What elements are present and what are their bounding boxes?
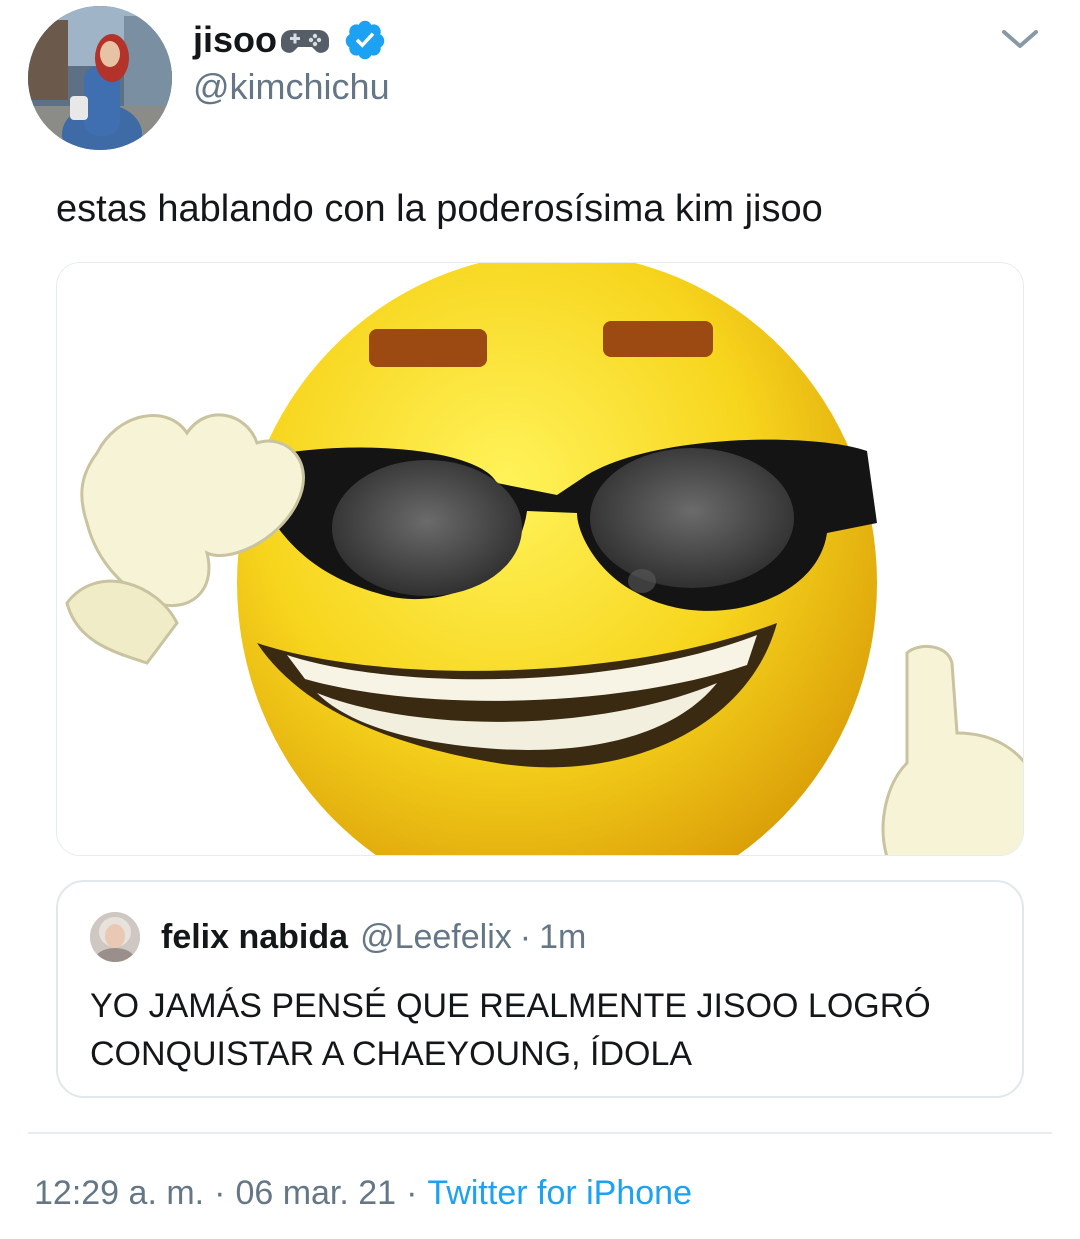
author-name-row: jisoo [193, 14, 387, 66]
cool-emoji-sunglasses-thumbs-up-image [57, 263, 1023, 855]
quoted-author-avatar[interactable] [90, 912, 140, 962]
tweet-text: estas hablando con la poderosísima kim j… [56, 188, 823, 230]
quoted-separator: · [519, 918, 532, 956]
quoted-display-name[interactable]: felix nabida [161, 918, 348, 957]
tweet-source-link[interactable]: Twitter for iPhone [427, 1174, 692, 1213]
verified-badge-icon [345, 20, 385, 60]
quoted-tweet[interactable]: felix nabida @Leefelix · 1m YO JAMÁS PEN… [56, 880, 1024, 1098]
divider [28, 1132, 1052, 1134]
tweet-time[interactable]: 12:29 a. m. [34, 1174, 204, 1213]
quoted-text: YO JAMÁS PENSÉ QUE REALMENTE JISOO LOGRÓ… [90, 987, 931, 1073]
video-game-icon [281, 30, 330, 53]
quoted-avatar-image [90, 912, 140, 962]
quoted-time[interactable]: 1m [539, 918, 586, 957]
meta-separator: · [214, 1174, 226, 1212]
author-display-name[interactable]: jisoo [193, 19, 277, 61]
tweet-media[interactable] [56, 262, 1024, 856]
quoted-header: felix nabida @Leefelix · 1m [161, 918, 586, 957]
quoted-handle[interactable]: @Leefelix [360, 918, 512, 957]
author-avatar-image [28, 6, 172, 150]
chevron-down-icon[interactable] [1000, 24, 1040, 54]
author-avatar[interactable] [28, 6, 172, 150]
tweet-metadata: 12:29 a. m. · 06 mar. 21 · Twitter for i… [34, 1174, 692, 1213]
meta-separator: · [406, 1174, 418, 1212]
author-handle[interactable]: @kimchichu [193, 66, 390, 108]
tweet-date[interactable]: 06 mar. 21 [235, 1174, 396, 1213]
